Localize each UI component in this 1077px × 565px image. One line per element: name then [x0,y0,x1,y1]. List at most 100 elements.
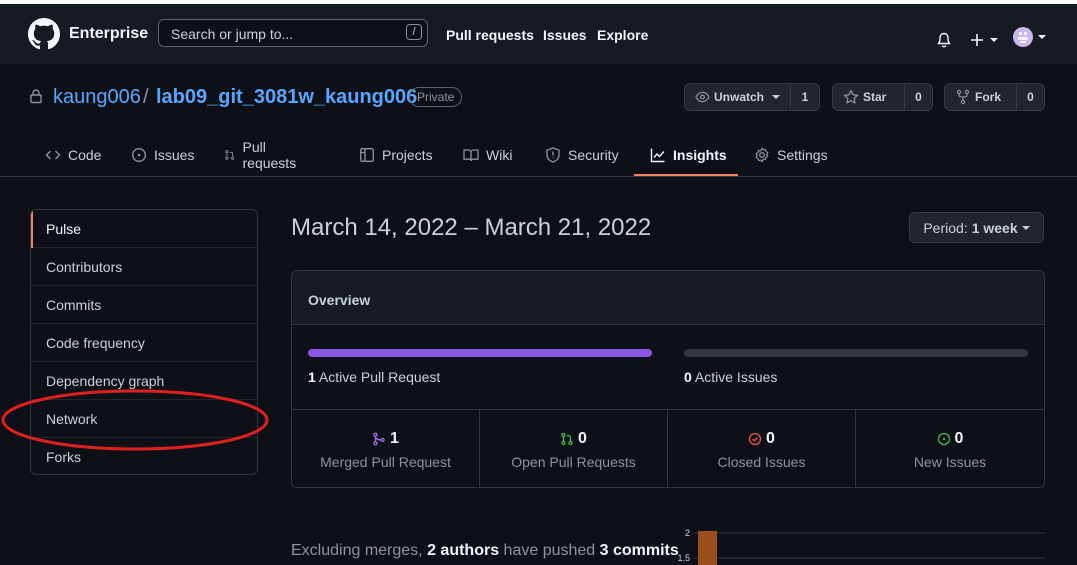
stat-closed-issues[interactable]: 0 Closed Issues [668,410,856,488]
git-pull-request-icon [225,150,235,160]
forks-count[interactable]: 0 [1017,84,1044,110]
sidebar-item-pulse[interactable]: Pulse [31,210,257,248]
gear-icon [755,147,769,163]
repo-owner-link[interactable]: kaung006 [53,86,141,109]
selected-tab-indicator [634,174,738,176]
summary-prefix: Excluding merges, [291,542,423,559]
sidebar-item-network[interactable]: Network [31,400,257,438]
new-issues-label: New Issues [913,454,987,470]
watchers-count[interactable]: 1 [791,84,819,110]
tab-issues[interactable]: Issues [131,134,194,176]
issue-opened-icon [131,147,147,163]
overview-panel: Overview 1 Active Pull Request 0 Active … [291,270,1045,488]
fork-label: Fork [975,90,1002,104]
chart-bar[interactable] [698,531,717,565]
fork-button-group: Fork 0 [944,83,1045,111]
tab-pull-requests[interactable]: Pull requests [224,134,301,176]
plus-icon [971,34,983,46]
stat-open-pull-requests[interactable]: 0 Open Pull Requests [480,410,668,488]
overview-title: Overview [308,292,371,308]
caret-down-icon [1021,225,1030,230]
graph-icon [650,148,665,163]
user-menu[interactable] [1013,25,1046,49]
pulse-date-range: March 14, 2022 – March 21, 2022 [291,214,652,241]
overview-stats: 1 Merged Pull Request 0 Open Pull Reques… [292,409,1044,488]
nav-pull-requests[interactable]: Pull requests [446,27,534,43]
lock-icon [30,89,42,104]
chart-tick-label: 1.5 [677,553,690,563]
repo-name-link[interactable]: lab09_git_3081w_kaung006 [156,86,417,109]
closed-issues-label: Closed Issues [717,454,806,470]
issue-closed-icon [748,432,762,446]
unwatch-label: Unwatch [713,90,764,104]
sidebar-item-commits[interactable]: Commits [31,286,257,324]
unwatch-button[interactable]: Unwatch [685,84,791,110]
commit-summary: Excluding merges, 2 authors have pushed … [291,542,679,560]
tab-settings[interactable]: Settings [754,134,828,176]
sidebar-item-forks[interactable]: Forks [31,438,257,474]
git-pull-request-icon [561,432,573,446]
active-issues-count: 0 [684,369,692,385]
repo-header: kaung006 / lab09_git_3081w_kaung006 Priv… [0,64,1077,177]
period-select-button[interactable]: Period: 1 week [909,212,1044,243]
tab-security-label: Security [568,147,619,163]
active-pull-requests-label: Active Pull Request [318,369,441,385]
summary-authors[interactable]: 2 authors [427,542,499,559]
table-icon [360,148,374,162]
star-button-group: Star 0 [832,83,933,111]
bell-icon[interactable] [936,28,952,52]
tab-security[interactable]: Security [545,134,619,176]
active-issues-caption[interactable]: 0 Active Issues [684,369,777,385]
star-label: Star [863,90,887,104]
tab-projects[interactable]: Projects [359,134,433,176]
active-issues-label: Active Issues [694,369,778,385]
stat-merged-pull-requests[interactable]: 1 Merged Pull Request [292,410,480,488]
create-new-menu[interactable] [969,28,998,52]
insights-sidebar: Pulse Contributors Commits Code frequenc… [30,209,258,475]
code-icon [45,150,61,160]
chart-tick-label: 2 [685,528,690,538]
open-pull-requests-label: Open Pull Requests [511,454,636,470]
active-pull-requests-count: 1 [308,369,316,385]
active-pull-requests-caption[interactable]: 1 Active Pull Request [308,369,440,385]
search-box[interactable]: / [158,19,428,47]
tab-wiki[interactable]: Wiki [463,134,512,176]
avatar [1013,27,1033,47]
tab-insights[interactable]: Insights [650,134,727,176]
overview-header: Overview [292,271,1044,325]
repo-forked-icon [956,89,970,105]
tab-issues-label: Issues [154,147,195,163]
merged-pull-requests-count: 1 [390,430,399,447]
global-header: Enterprise / Pull requests Issues Explor… [0,4,1077,64]
search-input[interactable] [169,24,393,44]
book-icon [463,149,479,162]
fork-button[interactable]: Fork [945,84,1017,110]
merged-pull-requests-label: Merged Pull Request [320,454,451,470]
caret-down-icon [1038,35,1046,39]
nav-issues[interactable]: Issues [543,27,587,43]
stargazers-count[interactable]: 0 [905,84,932,110]
tab-pull-requests-label: Pull requests [242,139,297,171]
tab-code[interactable]: Code [45,134,101,176]
sidebar-item-contributors[interactable]: Contributors [31,248,257,286]
star-icon [843,89,859,104]
closed-issues-count: 0 [766,430,775,447]
summary-commits[interactable]: 3 commits [600,542,679,559]
new-issues-count: 0 [954,430,964,447]
caret-down-icon [990,38,998,42]
search-shortcut-hint: / [406,24,422,40]
open-pull-requests-count: 0 [578,430,587,447]
github-logo-icon[interactable] [28,18,60,50]
active-pull-requests-bar[interactable] [308,349,652,357]
star-button[interactable]: Star [833,84,905,110]
sidebar-item-dependency-graph[interactable]: Dependency graph [31,362,257,400]
sidebar-item-code-frequency[interactable]: Code frequency [31,324,257,362]
active-issues-bar[interactable] [684,349,1028,357]
stat-new-issues[interactable]: 0 New Issues [856,410,1044,488]
issue-opened-icon [937,432,950,446]
brand-label[interactable]: Enterprise [69,25,148,43]
nav-explore[interactable]: Explore [597,27,648,43]
shield-icon [546,147,560,163]
tab-code-label: Code [68,147,102,163]
watch-button-group: Unwatch 1 [684,83,820,111]
